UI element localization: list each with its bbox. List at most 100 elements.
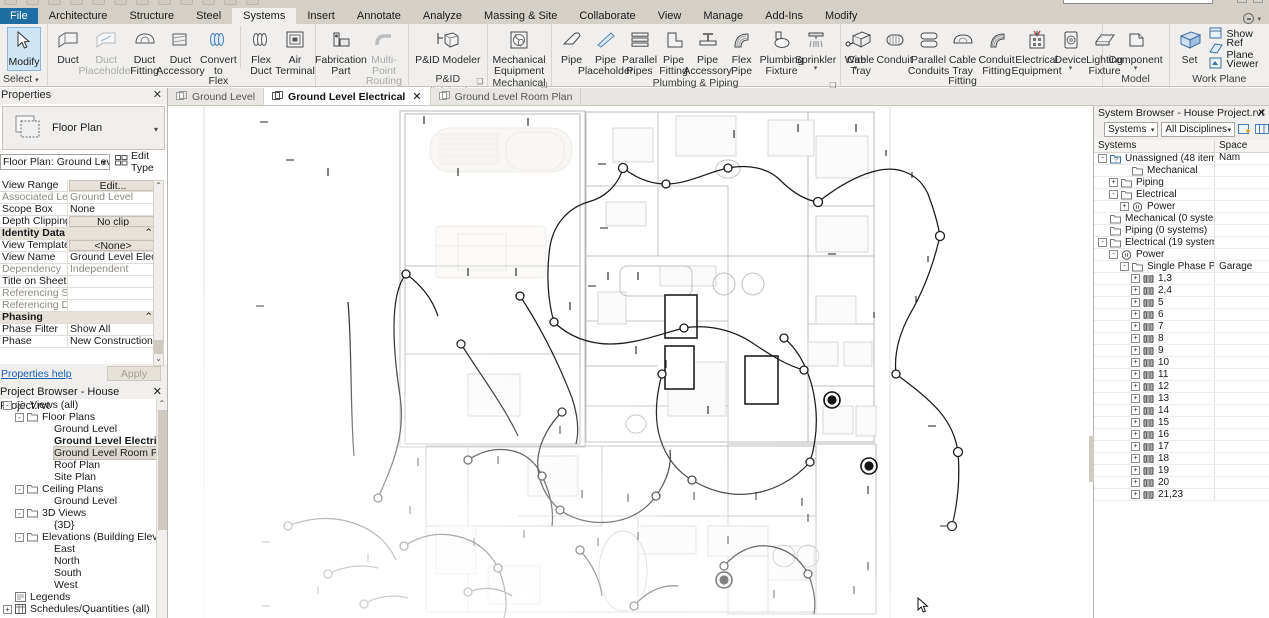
- tab-manage[interactable]: Manage: [692, 8, 754, 24]
- tab-modify[interactable]: Modify: [814, 8, 868, 24]
- tab-structure[interactable]: Structure: [118, 8, 185, 24]
- property-value[interactable]: No clip: [69, 216, 155, 227]
- electrical-equipment-button[interactable]: Electrical Equipment: [1011, 26, 1062, 77]
- close-icon[interactable]: ✕: [153, 385, 162, 399]
- tree-expander-icon[interactable]: +: [1131, 274, 1140, 283]
- project-browser-node[interactable]: Ground Level Electrical: [0, 435, 156, 447]
- system-view-selector[interactable]: Systems ▾: [1104, 121, 1159, 137]
- system-browser-row[interactable]: +21,23: [1094, 489, 1269, 501]
- chevron-down-icon[interactable]: ▾: [102, 156, 106, 169]
- set-workplane-button[interactable]: Set: [1173, 26, 1207, 67]
- workplane-viewer-button[interactable]: Viewer: [1209, 56, 1266, 71]
- tree-expander-icon[interactable]: -: [1109, 250, 1118, 259]
- tree-expander-icon[interactable]: +: [1131, 382, 1140, 391]
- tab-view[interactable]: View: [647, 8, 693, 24]
- chevron-down-icon[interactable]: ▾: [154, 125, 158, 134]
- tree-expander-icon[interactable]: +: [1131, 454, 1140, 463]
- view-tab-bar[interactable]: Ground Level Ground Level Electrical ✕ G…: [168, 88, 1269, 106]
- system-browser-row[interactable]: +16: [1094, 429, 1269, 441]
- close-icon[interactable]: ✕: [1257, 106, 1266, 120]
- tree-expander-icon[interactable]: -: [3, 400, 12, 410]
- property-row[interactable]: Identity Data ⌃: [0, 228, 156, 240]
- redo-icon[interactable]: [48, 0, 61, 5]
- tree-expander-icon[interactable]: +: [1131, 298, 1140, 307]
- tree-expander-icon[interactable]: -: [1109, 190, 1118, 199]
- tree-expander-icon[interactable]: +: [1131, 490, 1140, 499]
- columns-icon[interactable]: [1255, 123, 1269, 136]
- project-browser-node[interactable]: - Floor Plans: [0, 411, 156, 423]
- ribbon-options[interactable]: ▾: [1243, 13, 1269, 24]
- minimize-icon[interactable]: [1237, 0, 1247, 3]
- modify-button[interactable]: Modify: [7, 27, 41, 71]
- tree-expander-icon[interactable]: -: [15, 532, 24, 542]
- property-row[interactable]: Referencing Detail: [0, 300, 156, 312]
- property-row[interactable]: View Template <None>: [0, 240, 156, 252]
- quick-access-icons[interactable]: [4, 0, 259, 5]
- property-row[interactable]: Phasing ⌃: [0, 312, 156, 324]
- apply-button[interactable]: Apply: [107, 366, 161, 381]
- property-row[interactable]: Referencing Sheet: [0, 288, 156, 300]
- properties-help-link[interactable]: Properties help: [1, 368, 72, 380]
- flex-duct-button[interactable]: Flex Duct: [244, 26, 278, 77]
- default-3d-view-icon[interactable]: [180, 0, 193, 5]
- tree-expander-icon[interactable]: +: [1120, 202, 1129, 211]
- project-browser-node[interactable]: North: [0, 555, 156, 567]
- close-icon[interactable]: ✕: [412, 90, 421, 103]
- conduit-button[interactable]: Conduit: [876, 26, 913, 67]
- system-browser-row[interactable]: - Single Phase Panel ... Garage: [1094, 261, 1269, 273]
- system-browser-row[interactable]: +2,4: [1094, 285, 1269, 297]
- ribbon[interactable]: Modify Select ▾ Duct Duct Placeholder Du…: [0, 24, 1269, 111]
- system-browser-row[interactable]: +6: [1094, 309, 1269, 321]
- tree-expander-icon[interactable]: +: [1131, 286, 1140, 295]
- tab-steel[interactable]: Steel: [185, 8, 232, 24]
- tab-annotate[interactable]: Annotate: [346, 8, 412, 24]
- new-system-icon[interactable]: [1238, 123, 1252, 136]
- properties-type-preview[interactable]: Floor Plan ▾: [2, 106, 165, 150]
- chevron-down-icon[interactable]: ▾: [1069, 65, 1073, 72]
- system-browser-row[interactable]: +7: [1094, 321, 1269, 333]
- system-browser-rows[interactable]: -? Unassigned (48 items)Mechanical + Piping…: [1094, 153, 1269, 501]
- measure-icon[interactable]: [92, 0, 105, 5]
- tree-expander-icon[interactable]: +: [1131, 322, 1140, 331]
- tree-expander-icon[interactable]: +: [1131, 418, 1140, 427]
- system-browser-row[interactable]: +19: [1094, 465, 1269, 477]
- component-button[interactable]: Component ▾: [1106, 26, 1166, 72]
- tree-expander-icon[interactable]: +: [1131, 406, 1140, 415]
- print-icon[interactable]: [70, 0, 83, 5]
- aligned-dimension-icon[interactable]: [114, 0, 127, 5]
- project-browser-node[interactable]: {3D}: [0, 519, 156, 531]
- property-row[interactable]: Phase Filter Show All: [0, 324, 156, 336]
- ref-plane-button[interactable]: Ref Plane: [1208, 37, 1266, 61]
- project-browser-node[interactable]: Legends: [0, 591, 156, 603]
- tree-expander-icon[interactable]: +: [1131, 442, 1140, 451]
- property-row[interactable]: Title on Sheet: [0, 276, 156, 288]
- tab-architecture[interactable]: Architecture: [38, 8, 119, 24]
- save-icon[interactable]: [4, 0, 17, 5]
- close-hidden-windows-icon[interactable]: [246, 0, 259, 5]
- cable-tray-fitting-button[interactable]: Cable Tray Fitting: [946, 26, 980, 88]
- system-browser-row[interactable]: +13: [1094, 393, 1269, 405]
- project-browser-node[interactable]: - Views (all): [0, 399, 156, 411]
- project-browser-node[interactable]: - 3D Views: [0, 507, 156, 519]
- chevron-down-icon[interactable]: ▾: [1151, 124, 1155, 137]
- device-button[interactable]: Device ▾: [1054, 26, 1088, 72]
- tree-expander-icon[interactable]: +: [3, 604, 12, 614]
- tree-expander-icon[interactable]: +: [1131, 370, 1140, 379]
- system-browser-row[interactable]: +10: [1094, 357, 1269, 369]
- pipe-accessory-button[interactable]: Pipe Accessory: [683, 26, 732, 77]
- system-browser-splitter[interactable]: [1089, 436, 1094, 482]
- tab-systems[interactable]: Systems: [232, 8, 297, 24]
- system-browser-row[interactable]: +8: [1094, 333, 1269, 345]
- view-tab-ground-level[interactable]: Ground Level: [168, 88, 265, 105]
- tag-icon[interactable]: [136, 0, 149, 5]
- project-browser-node[interactable]: + Schedules/Quantities (all): [0, 603, 156, 615]
- scrollbar-thumb[interactable]: [158, 410, 167, 530]
- project-browser-node[interactable]: - Elevations (Building Elevation): [0, 531, 156, 543]
- chevron-down-icon[interactable]: ▾: [814, 65, 818, 72]
- tree-expander-icon[interactable]: +: [1131, 466, 1140, 475]
- project-browser-tree[interactable]: - Views (all) - Floor Plans Ground Level Grou…: [0, 399, 156, 618]
- system-browser-row[interactable]: +18: [1094, 453, 1269, 465]
- ribbon-tab-bar[interactable]: File Architecture Structure Steel System…: [0, 8, 1269, 24]
- type-selector[interactable]: Floor Plan: Ground Level Ele ▾: [0, 153, 110, 170]
- property-row[interactable]: View NameGround Level Elect...: [0, 252, 156, 264]
